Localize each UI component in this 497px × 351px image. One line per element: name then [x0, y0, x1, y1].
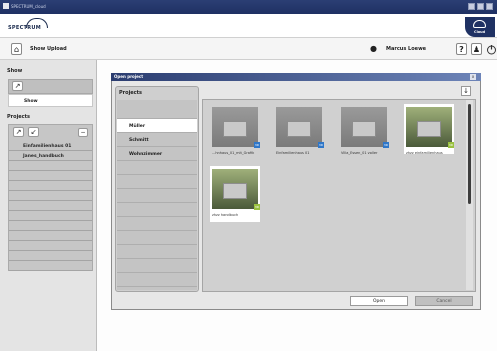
- project-row[interactable]: [9, 211, 92, 221]
- project-open-button[interactable]: ↗: [13, 127, 24, 137]
- 3d-badge: 3D: [318, 142, 324, 148]
- app-icon: [3, 3, 9, 9]
- person-icon: ♟: [472, 44, 481, 54]
- arrow-icon: ↗: [14, 82, 21, 90]
- dialog-project-row[interactable]: [117, 273, 197, 287]
- project-row[interactable]: [9, 231, 92, 241]
- project-row[interactable]: [9, 261, 92, 271]
- project-thumbnail[interactable]: 3D zhzz einfamilienhaus: [404, 104, 454, 155]
- power-icon: [487, 44, 496, 54]
- open-button[interactable]: Open: [350, 296, 408, 306]
- projects-section-title: Projects: [7, 114, 31, 120]
- thumbnail-label: Villa_Essen_01 voller: [341, 151, 378, 155]
- dialog-project-row[interactable]: [117, 245, 197, 259]
- module-title: Show Upload: [30, 46, 67, 52]
- show-edit-button[interactable]: ↗: [12, 81, 23, 91]
- window-controls: [468, 3, 493, 10]
- account-button[interactable]: ♟: [471, 43, 482, 55]
- brand-bar: [0, 14, 497, 38]
- user-icon: ●: [370, 44, 377, 53]
- maximize-button[interactable]: [477, 3, 484, 10]
- dialog-project-row[interactable]: [117, 175, 197, 189]
- project-row[interactable]: [9, 161, 92, 171]
- thumbnail-image: [276, 107, 322, 147]
- arrow-up-icon: ↗: [15, 128, 22, 136]
- download-icon: ↓: [463, 87, 469, 95]
- thumbnail-label: ...hnhaus_01_mit_Grafik: [212, 151, 255, 155]
- 3d-badge: 3D: [383, 142, 389, 148]
- thumbnail-image: [212, 107, 258, 147]
- download-button[interactable]: ↓: [461, 86, 471, 96]
- arrow-down-icon: ↙: [30, 128, 37, 136]
- logout-button[interactable]: [486, 43, 497, 55]
- dialog-project-row[interactable]: Schmitt: [117, 133, 197, 147]
- thumbnail-label: zhzz handbuch: [212, 213, 239, 217]
- project-thumbnail[interactable]: 3D Einfamilienhaus 01: [274, 104, 324, 155]
- dialog-project-row[interactable]: [117, 189, 197, 203]
- project-row[interactable]: [9, 251, 92, 261]
- project-row[interactable]: [9, 191, 92, 201]
- app-logo: SPECTRUM: [8, 25, 42, 31]
- corner-logo: Cloud: [465, 17, 495, 37]
- dialog-project-row[interactable]: [117, 231, 197, 245]
- project-row[interactable]: [9, 201, 92, 211]
- 3d-badge: 3D: [448, 142, 454, 148]
- corner-logo-text: Cloud: [474, 30, 486, 34]
- dialog-close-button[interactable]: x: [470, 74, 476, 80]
- dialog-project-row[interactable]: [117, 203, 197, 217]
- home-icon: ⌂: [13, 44, 20, 54]
- 3d-badge: 3D: [254, 142, 260, 148]
- help-button[interactable]: ?: [456, 43, 467, 55]
- project-thumbnail[interactable]: 3D Villa_Essen_01 voller: [339, 104, 389, 155]
- project-row[interactable]: [9, 241, 92, 251]
- window-titlebar: SPECTRUM_cloud: [0, 0, 497, 14]
- dialog-project-row[interactable]: Wohnzimmer: [117, 147, 197, 161]
- cancel-button[interactable]: Cancel: [415, 296, 473, 306]
- dialog-project-row[interactable]: [117, 259, 197, 273]
- project-import-button[interactable]: ↙: [28, 127, 39, 137]
- dialog-project-row[interactable]: [117, 105, 197, 119]
- thumbnail-image: [341, 107, 387, 147]
- dialog-project-row-selected[interactable]: Müller: [117, 119, 197, 133]
- project-row[interactable]: [9, 171, 92, 181]
- project-row[interactable]: Einfamilienhaus 01: [9, 141, 92, 151]
- dialog-projects-header: Projects: [119, 90, 143, 96]
- project-row[interactable]: Janes_handbuch: [9, 151, 92, 161]
- home-button[interactable]: ⌂: [11, 43, 22, 55]
- user-name: Marcus Loewe: [386, 46, 427, 52]
- show-item[interactable]: Show: [8, 94, 93, 107]
- project-row[interactable]: [9, 221, 92, 231]
- project-row[interactable]: [9, 181, 92, 191]
- thumbnail-image: [406, 107, 452, 147]
- cloud-icon: [473, 20, 486, 28]
- thumbnail-image: [212, 169, 258, 209]
- project-thumbnail[interactable]: 3D ...hnhaus_01_mit_Grafik: [210, 104, 260, 155]
- scrollbar[interactable]: [466, 100, 473, 290]
- dialog-project-row[interactable]: [117, 161, 197, 175]
- scrollbar-thumb[interactable]: [468, 104, 471, 204]
- 3d-badge: 3D: [254, 204, 260, 210]
- dialog-project-row[interactable]: [117, 217, 197, 231]
- minimize-button[interactable]: [468, 3, 475, 10]
- window-title: SPECTRUM_cloud: [11, 4, 46, 9]
- dialog-title: Open project: [114, 74, 144, 79]
- thumbnail-label: Einfamilienhaus 01: [276, 151, 310, 155]
- minus-icon: −: [80, 129, 86, 136]
- thumbnail-label: zhzz einfamilienhaus: [406, 151, 443, 155]
- close-window-button[interactable]: [486, 3, 493, 10]
- project-thumbnail[interactable]: 3D zhzz handbuch: [210, 166, 260, 222]
- show-section-title: Show: [7, 68, 23, 74]
- project-remove-button[interactable]: −: [78, 128, 88, 137]
- dialog-titlebar: [111, 73, 481, 81]
